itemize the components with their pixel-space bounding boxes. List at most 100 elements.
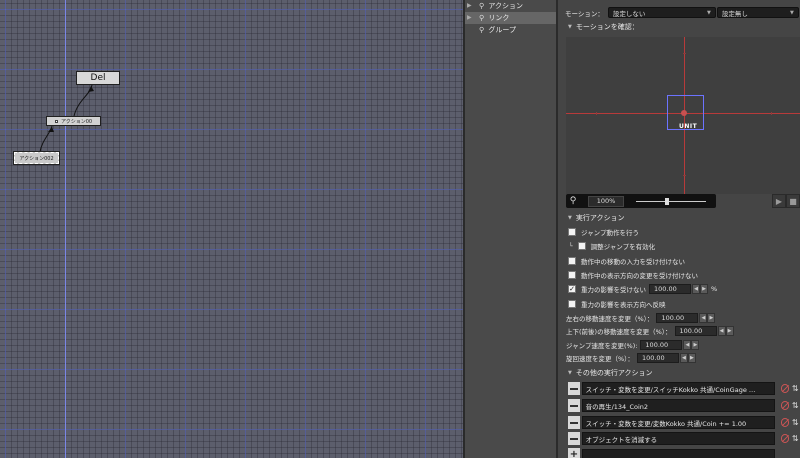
motion-preview-viewport[interactable]: UNIT xyxy=(566,37,800,194)
jump-speed-stepper[interactable]: ◀ ▶ xyxy=(683,340,700,350)
zoom-slider-track xyxy=(636,201,706,202)
increment-icon[interactable]: ▶ xyxy=(700,284,708,294)
decrement-icon[interactable]: ◀ xyxy=(692,284,700,294)
other-action-header[interactable]: ▼ その他の実行アクション xyxy=(558,368,800,378)
other-action-title: その他の実行アクション xyxy=(575,369,653,377)
vertical-speed-field[interactable]: 100.00 xyxy=(674,326,717,336)
zoom-slider-thumb[interactable] xyxy=(665,198,669,205)
ignore-gravity-checkbox[interactable]: ✓ xyxy=(568,285,576,293)
reorder-icon[interactable]: ⇅ xyxy=(790,418,800,428)
zoom-slider[interactable] xyxy=(636,196,706,206)
vertical-speed-stepper[interactable]: ◀ ▶ xyxy=(717,326,734,336)
motion-select[interactable]: 設定しない ▼ xyxy=(607,7,716,18)
reorder-icon[interactable]: ⇅ xyxy=(790,384,800,394)
gravity-value-field[interactable]: 100.00 xyxy=(649,284,691,294)
decrement-icon[interactable]: ◀ xyxy=(699,313,708,323)
tree-item-label: リンク xyxy=(488,14,510,22)
checkbox-row[interactable]: 動作中の表示方向の変更を受け付けない xyxy=(558,270,800,280)
adjust-jump-checkbox[interactable] xyxy=(577,242,586,250)
node-port-icon xyxy=(54,119,58,123)
tree-item-action[interactable]: ▶ ⚲ アクション xyxy=(465,0,558,12)
reorder-icon[interactable]: ⇅ xyxy=(790,434,800,444)
delete-icon[interactable] xyxy=(780,401,790,410)
key-icon: ⚲ xyxy=(479,26,485,34)
collapse-triangle-icon[interactable]: ▼ xyxy=(568,24,572,30)
delete-icon[interactable] xyxy=(780,434,790,443)
zoom-level-field[interactable]: 100% xyxy=(588,195,624,207)
other-action-item[interactable]: 音の再生/134_Coin2 ⇅ xyxy=(558,398,800,413)
ignore-direction-change-checkbox[interactable] xyxy=(568,271,576,279)
other-action-label[interactable]: オブジェクトを消滅する xyxy=(581,432,775,445)
horizontal-speed-stepper[interactable]: ◀ ▶ xyxy=(699,313,716,323)
plus-icon: + xyxy=(569,449,579,458)
tree-item-label: グループ xyxy=(488,26,516,34)
checkbox-row[interactable]: ジャンプ動作を行う xyxy=(558,227,800,237)
add-action-placeholder xyxy=(582,449,775,458)
collapse-triangle-icon[interactable]: ▼ xyxy=(568,370,572,376)
motion-preview-header[interactable]: ▼ モーションを確認： xyxy=(558,22,800,32)
expand-arrow-icon[interactable]: ▶ xyxy=(467,0,472,12)
checkbox-row[interactable]: 動作中の移動の入力を受け付けない xyxy=(558,256,800,266)
motion-direction-select[interactable]: 設定無し ▼ xyxy=(716,7,799,18)
checkbox-label: 調整ジャンプを有効化 xyxy=(590,243,656,251)
node-action002[interactable]: アクション002 xyxy=(13,151,60,165)
other-action-label[interactable]: スイッチ・変数を変更/変数Kokko 共通/Coin += 1.00 xyxy=(581,416,775,429)
chevron-down-icon: ▼ xyxy=(707,9,711,16)
jump-checkbox[interactable] xyxy=(568,228,576,236)
delete-icon[interactable] xyxy=(780,384,790,393)
turn-speed-stepper[interactable]: ◀ ▶ xyxy=(679,353,696,363)
crosshair-tick xyxy=(771,112,772,115)
action-graph-canvas[interactable]: Del アクション00 アクション002 xyxy=(0,0,463,458)
motion-label: モーション： xyxy=(565,9,604,18)
other-action-item[interactable]: スイッチ・変数を変更/スイッチKokko 共通/CoinGage … ⇅ xyxy=(558,381,800,396)
gravity-direction-checkbox[interactable] xyxy=(568,300,576,308)
stop-icon[interactable]: ■ xyxy=(786,194,800,208)
tree-item-group[interactable]: ⚲ グループ xyxy=(465,24,558,36)
increment-icon[interactable]: ▶ xyxy=(707,313,716,323)
tree-item-label: アクション xyxy=(488,2,524,10)
gravity-value: 100.00 xyxy=(654,285,677,293)
field-value: 100.00 xyxy=(645,341,669,349)
exec-action-header[interactable]: ▼ 実行アクション xyxy=(558,213,800,223)
other-action-label[interactable]: 音の再生/134_Coin2 xyxy=(581,399,775,412)
ignore-move-input-checkbox[interactable] xyxy=(568,257,576,265)
play-icon[interactable]: ▶ xyxy=(772,194,786,208)
checkbox-row[interactable]: 重力の影響を表示方向へ反映 xyxy=(558,299,800,309)
node-action002-label: アクション002 xyxy=(19,155,54,162)
link-arrows xyxy=(39,84,94,153)
node-del[interactable]: Del xyxy=(76,71,120,85)
crosshair-tick xyxy=(683,175,686,176)
expand-arrow-icon[interactable]: ▶ xyxy=(467,12,472,24)
reorder-icon[interactable]: ⇅ xyxy=(790,401,800,411)
field-value: 100.00 xyxy=(661,314,685,322)
other-action-label[interactable]: スイッチ・変数を変更/スイッチKokko 共通/CoinGage … xyxy=(581,382,775,395)
increment-icon[interactable]: ▶ xyxy=(687,353,696,363)
decrement-icon[interactable]: ◀ xyxy=(717,326,726,336)
node-action00[interactable]: アクション00 xyxy=(46,116,101,126)
collapse-triangle-icon[interactable]: ▼ xyxy=(568,215,572,221)
gravity-stepper[interactable]: ◀ ▶ xyxy=(692,284,708,294)
motion-select-value: 設定しない xyxy=(612,9,646,18)
decrement-icon[interactable]: ◀ xyxy=(683,340,692,350)
decrement-icon[interactable]: ◀ xyxy=(679,353,688,363)
field-label: ジャンプ速度を変更(%): xyxy=(566,342,638,350)
delete-icon[interactable] xyxy=(780,418,790,427)
other-action-item[interactable]: オブジェクトを消滅する ⇅ xyxy=(558,431,800,446)
turn-speed-field[interactable]: 100.00 xyxy=(636,353,679,363)
jump-speed-field[interactable]: 100.00 xyxy=(640,340,683,350)
increment-icon[interactable]: ▶ xyxy=(725,326,734,336)
chevron-down-icon: ▼ xyxy=(790,9,794,16)
horizontal-speed-field[interactable]: 100.00 xyxy=(656,313,699,323)
tree-item-link[interactable]: ▶ ⚲ リンク xyxy=(465,12,558,24)
search-icon[interactable]: ⚲ xyxy=(566,196,580,206)
action-list-icon xyxy=(568,432,580,445)
increment-icon[interactable]: ▶ xyxy=(691,340,700,350)
add-action-button[interactable]: + xyxy=(568,448,580,458)
motion-preview-title: モーションを確認： xyxy=(575,23,639,31)
other-action-item[interactable]: スイッチ・変数を変更/変数Kokko 共通/Coin += 1.00 ⇅ xyxy=(558,415,800,430)
checkbox-label: 動作中の表示方向の変更を受け付けない xyxy=(581,272,698,280)
zoom-toolbar: ⚲ 100% xyxy=(566,194,716,208)
motion-direction-value: 設定無し xyxy=(721,9,748,18)
checkbox-row[interactable]: ✓ 重力の影響を受けない 100.00 ◀ ▶ % xyxy=(558,284,800,294)
checkbox-row[interactable]: └ 調整ジャンプを有効化 xyxy=(558,241,800,251)
